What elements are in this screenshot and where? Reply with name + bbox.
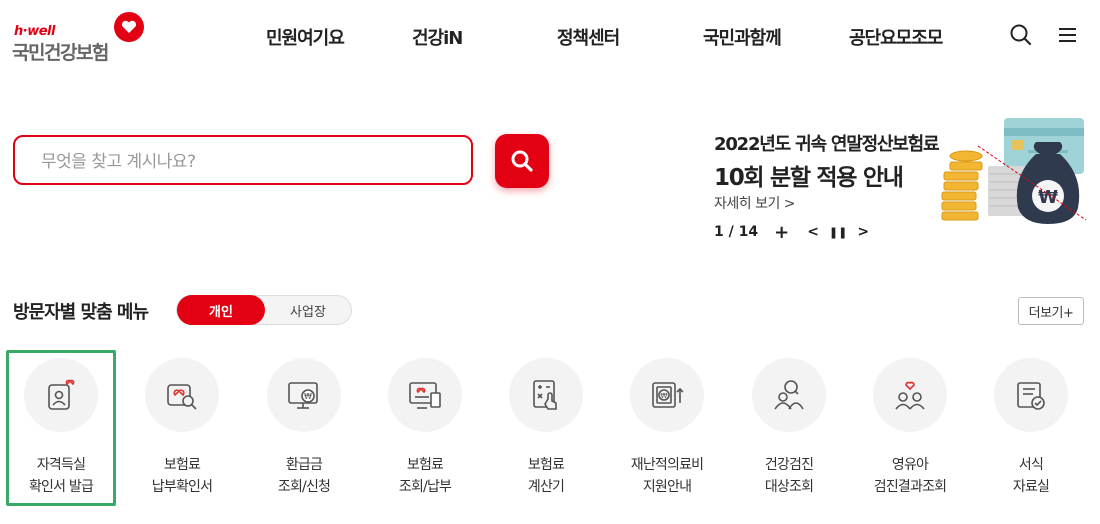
service-label-line2: 계산기 bbox=[527, 479, 565, 495]
service-label-line1: 환급금 bbox=[285, 457, 323, 473]
monitor-won-icon: ₩ bbox=[288, 382, 318, 409]
tab-business[interactable]: 사업장 bbox=[265, 296, 351, 324]
svg-text:₩: ₩ bbox=[661, 392, 668, 400]
calculator-hand-icon bbox=[533, 380, 557, 410]
won-transfer-icon: ₩ bbox=[652, 382, 684, 408]
service-item-infant-checkup-results[interactable]: 영유아 검진결과조회 bbox=[855, 350, 965, 506]
service-label-line1: 보험료 bbox=[406, 457, 444, 473]
service-item-premium-calculator[interactable]: 보험료 계산기 bbox=[491, 350, 601, 506]
logo-main-text: 국민건강보험 bbox=[12, 42, 109, 64]
service-item-premium-inquiry-payment[interactable]: 보험료 조회/납부 bbox=[370, 350, 480, 506]
svg-text:₩: ₩ bbox=[1038, 187, 1058, 208]
logo-sub-text: h·well bbox=[14, 24, 55, 39]
banner-illustration: ₩ bbox=[938, 116, 1088, 228]
more-button[interactable]: 더보기+ bbox=[1018, 297, 1084, 325]
service-label-line2: 조회/납부 bbox=[398, 479, 452, 495]
person-heart-doc-icon bbox=[48, 379, 75, 410]
banner-title-line1: 2022년도 귀속 연말정산보험료 bbox=[714, 134, 940, 155]
service-label-line1: 재난적의료비 bbox=[630, 457, 704, 473]
logo[interactable]: h·well 국민건강보험 bbox=[10, 10, 150, 64]
tab-personal[interactable]: 개인 bbox=[177, 295, 265, 325]
search-input[interactable] bbox=[39, 149, 453, 175]
nav-item-civil[interactable]: 민원여기요 bbox=[266, 24, 345, 50]
custom-menu-title: 방문자별 맞춤 메뉴 bbox=[13, 302, 149, 323]
search-icon[interactable] bbox=[1008, 22, 1034, 48]
service-item-health-checkup-target[interactable]: 건강검진 대상조회 bbox=[734, 350, 844, 506]
children-heart-icon bbox=[895, 381, 925, 410]
service-label-line1: 보험료 bbox=[163, 457, 201, 473]
document-check-icon bbox=[1017, 382, 1045, 410]
service-label-line1: 보험료 bbox=[527, 457, 565, 473]
hamburger-menu-icon[interactable] bbox=[1055, 22, 1081, 48]
nav-item-together[interactable]: 국민과함께 bbox=[703, 24, 782, 50]
nav-item-policy[interactable]: 정책센터 bbox=[557, 24, 620, 50]
search-box bbox=[13, 135, 473, 185]
service-label-line2: 조회/신청 bbox=[277, 479, 331, 495]
service-item-catastrophic-medical-support[interactable]: ₩ 재난적의료비 지원안내 bbox=[612, 350, 722, 506]
chevron-right-icon[interactable]: > bbox=[857, 224, 869, 240]
banner-controls: 1 / 14 + < ❚❚ > bbox=[714, 222, 869, 243]
nav-item-health-in[interactable]: 건강iN bbox=[412, 24, 463, 50]
monitor-heart-receipt-icon bbox=[409, 382, 441, 409]
service-label-line2: 대상조회 bbox=[764, 479, 814, 495]
service-item-refund-inquiry[interactable]: ₩ 환급금 조회/신청 bbox=[249, 350, 359, 506]
people-search-icon bbox=[774, 380, 804, 410]
service-label-line2: 지원안내 bbox=[642, 479, 692, 495]
service-label-line2: 납부확인서 bbox=[151, 479, 213, 495]
service-label-line2: 자료실 bbox=[1012, 479, 1050, 495]
nav-item-about[interactable]: 공단요모조모 bbox=[849, 24, 943, 50]
visitor-type-toggle: 개인 사업장 bbox=[176, 295, 352, 325]
banner-add-icon[interactable]: + bbox=[774, 222, 789, 243]
pause-icon[interactable]: ❚❚ bbox=[829, 226, 847, 239]
service-label-line2: 검진결과조회 bbox=[873, 479, 947, 495]
search-icon bbox=[511, 150, 533, 172]
service-label-line1: 자격득실 bbox=[36, 457, 86, 473]
chevron-left-icon[interactable]: < bbox=[807, 224, 819, 240]
svg-text:₩: ₩ bbox=[304, 392, 312, 401]
heart-logo-icon bbox=[114, 12, 144, 42]
banner-more-link[interactable]: 자세히 보기 > bbox=[714, 193, 796, 213]
service-item-form-library[interactable]: 서식 자료실 bbox=[976, 350, 1086, 506]
service-label-line2: 확인서 발급 bbox=[28, 479, 94, 495]
service-label-line1: 서식 bbox=[1018, 457, 1044, 473]
search-button[interactable] bbox=[495, 134, 549, 188]
service-item-premium-payment-certificate[interactable]: 보험료 납부확인서 bbox=[127, 350, 237, 506]
banner-pager: 1 / 14 bbox=[714, 224, 759, 240]
service-label-line1: 영유아 bbox=[891, 457, 929, 473]
heart-search-icon bbox=[167, 384, 197, 410]
service-label-line1: 건강검진 bbox=[764, 457, 814, 473]
service-item-qualification-certificate[interactable]: 자격득실 확인서 발급 bbox=[6, 350, 116, 506]
banner-title-line2: 10회 분할 적용 안내 bbox=[714, 165, 904, 191]
